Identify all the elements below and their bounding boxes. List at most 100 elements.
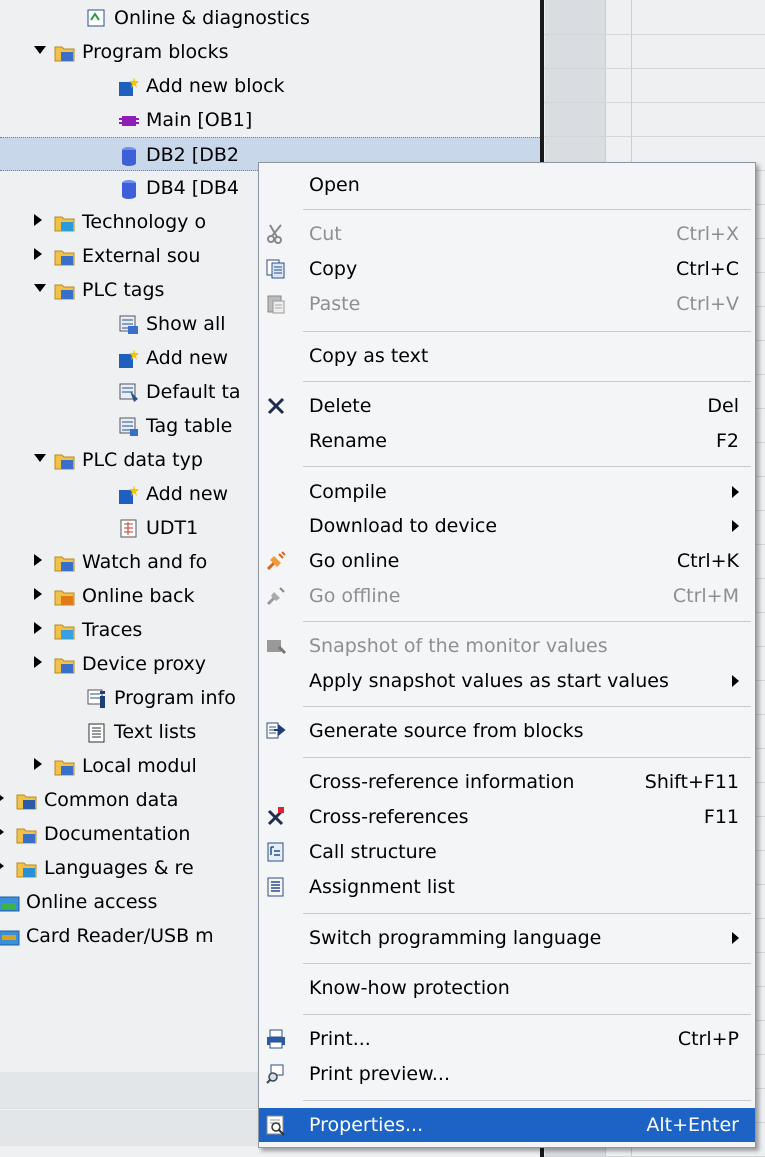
device-proxy-folder-icon: [54, 654, 75, 674]
menu-item-copy[interactable]: Copy Ctrl+C: [259, 252, 755, 286]
tree-item-label: Documentation: [44, 823, 191, 845]
menu-item-label: Switch programming language: [309, 927, 602, 949]
generate-source-icon: [265, 720, 287, 742]
external-sources-folder-icon: [54, 246, 75, 266]
menu-item-label: Rename: [309, 430, 387, 452]
menu-item-call-structure[interactable]: Call structure: [259, 835, 755, 869]
menu-item-label: Download to device: [309, 515, 498, 537]
menu-separator: [303, 466, 751, 467]
add-new-icon: [118, 348, 139, 368]
expand-arrow-icon[interactable]: [34, 554, 42, 566]
call-structure-icon: [265, 841, 287, 863]
menu-item-label: Snapshot of the monitor values: [309, 635, 608, 657]
menu-item-shortcut: Alt+Enter: [646, 1114, 739, 1136]
tree-item-label: Main [OB1]: [146, 109, 253, 131]
menu-separator: [303, 621, 751, 622]
menu-item-copy-as-text[interactable]: Copy as text: [259, 339, 755, 373]
menu-item-shortcut: Ctrl+C: [676, 258, 739, 280]
menu-separator: [303, 757, 751, 758]
common-data-folder-icon: [16, 790, 37, 810]
expand-arrow-icon[interactable]: [0, 860, 4, 872]
delete-x-icon: [265, 395, 287, 417]
menu-item-label: Compile: [309, 481, 387, 503]
tree-item-label: Card Reader/USB m: [26, 925, 214, 947]
expand-arrow-icon[interactable]: [34, 248, 42, 260]
tree-item-label: External sou: [82, 245, 201, 267]
menu-item-assignment-list[interactable]: Assignment list: [259, 870, 755, 904]
add-new-icon: [118, 76, 139, 96]
menu-item-cut[interactable]: Cut Ctrl+X: [259, 217, 755, 251]
menu-item-print-preview[interactable]: Print preview...: [259, 1057, 755, 1091]
menu-item-label: Cut: [309, 223, 342, 245]
menu-item-cross-reference-information[interactable]: Cross-reference information Shift+F11: [259, 765, 755, 799]
menu-item-properties[interactable]: Properties... Alt+Enter: [259, 1108, 755, 1142]
menu-item-generate-source-from-blocks[interactable]: Generate source from blocks: [259, 714, 755, 748]
tree-item-label: Tag table: [146, 415, 233, 437]
tree-item-label: Program blocks: [82, 41, 229, 63]
menu-item-go-online[interactable]: Go online Ctrl+K: [259, 544, 755, 578]
db-block-icon: [118, 178, 138, 199]
collapse-arrow-icon[interactable]: [34, 454, 46, 462]
menu-item-rename[interactable]: Rename F2: [259, 424, 755, 458]
expand-arrow-icon[interactable]: [34, 656, 42, 668]
online-access-icon: [0, 892, 20, 912]
tree-item-label: Device proxy: [82, 653, 207, 675]
expand-arrow-icon[interactable]: [34, 622, 42, 634]
tree-item-label: Show all: [146, 313, 226, 335]
menu-item-go-offline[interactable]: Go offline Ctrl+M: [259, 579, 755, 613]
collapse-arrow-icon[interactable]: [34, 284, 46, 292]
documentation-folder-icon: [16, 824, 37, 844]
tree-item[interactable]: Online & diagnostics: [0, 1, 540, 35]
properties-icon: [265, 1114, 287, 1136]
tree-item-label: Add new block: [146, 75, 285, 97]
tag-table-icon: [118, 416, 138, 436]
menu-item-delete[interactable]: Delete Del: [259, 389, 755, 423]
tree-item-label: Online & diagnostics: [114, 7, 310, 29]
expand-arrow-icon[interactable]: [0, 826, 4, 838]
tree-item-label: Default ta: [146, 381, 241, 403]
menu-separator: [303, 1014, 751, 1015]
expand-arrow-icon[interactable]: [34, 758, 42, 770]
menu-item-shortcut: Del: [707, 395, 739, 417]
grid-row-line: [544, 34, 765, 35]
menu-item-paste[interactable]: Paste Ctrl+V: [259, 287, 755, 321]
print-preview-icon: [265, 1063, 287, 1085]
menu-item-shortcut: Ctrl+P: [677, 1028, 739, 1050]
tree-item-label: Local modul: [82, 755, 197, 777]
plc-data-types-folder-icon: [54, 450, 75, 470]
menu-item-print[interactable]: Print... Ctrl+P: [259, 1022, 755, 1056]
tree-item-label: Online access: [26, 891, 158, 913]
traces-folder-icon: [54, 620, 75, 640]
tree-item-label: DB2 [DB2: [146, 144, 239, 166]
tree-item-label: Add new: [146, 347, 229, 369]
menu-item-download-to-device[interactable]: Download to device: [259, 509, 755, 543]
expand-arrow-icon[interactable]: [0, 792, 4, 804]
snapshot-icon: [265, 635, 287, 657]
tree-item-label: UDT1: [146, 517, 199, 539]
watch-tables-folder-icon: [54, 552, 75, 572]
expand-arrow-icon[interactable]: [34, 214, 42, 226]
menu-item-shortcut: Ctrl+V: [676, 293, 739, 315]
collapse-arrow-icon[interactable]: [34, 46, 46, 54]
menu-separator: [303, 706, 751, 707]
tree-item[interactable]: Add new block: [0, 69, 540, 103]
menu-item-label: Generate source from blocks: [309, 720, 584, 742]
menu-separator: [303, 963, 751, 964]
menu-item-open[interactable]: Open: [259, 168, 755, 202]
menu-item-snapshot-of-the-monitor-values[interactable]: Snapshot of the monitor values: [259, 629, 755, 663]
menu-item-know-how-protection[interactable]: Know-how protection: [259, 971, 755, 1005]
expand-arrow-icon[interactable]: [34, 588, 42, 600]
menu-item-label: Assignment list: [309, 876, 455, 898]
menu-item-label: Apply snapshot values as start values: [309, 670, 669, 692]
add-new-icon: [118, 484, 139, 504]
program-info-icon: [86, 688, 106, 708]
menu-item-apply-snapshot-values-as-start-values[interactable]: Apply snapshot values as start values: [259, 664, 755, 698]
tree-item[interactable]: Main [OB1]: [0, 103, 540, 137]
menu-item-label: Copy as text: [309, 345, 429, 367]
menu-item-cross-references[interactable]: Cross-references F11: [259, 800, 755, 834]
ob-block-icon: [118, 110, 139, 128]
tree-item[interactable]: Program blocks: [0, 35, 540, 69]
menu-item-compile[interactable]: Compile: [259, 475, 755, 509]
menu-item-switch-programming-language[interactable]: Switch programming language: [259, 921, 755, 955]
menu-item-shortcut: Shift+F11: [644, 771, 739, 793]
